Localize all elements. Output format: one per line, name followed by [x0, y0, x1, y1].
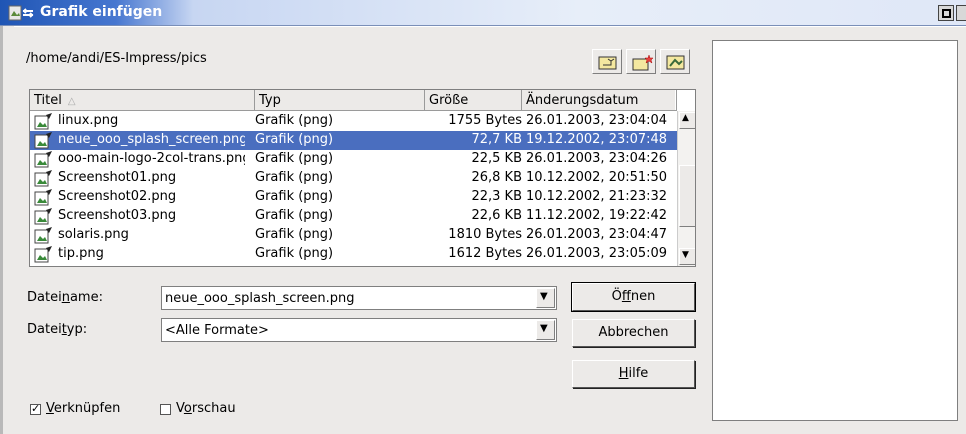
- file-date: 10.12.2002, 21:23:32: [526, 189, 668, 204]
- window-menu-icon[interactable]: [8, 3, 34, 23]
- default-directory-button[interactable]: [660, 49, 690, 74]
- image-file-icon: [34, 151, 52, 168]
- file-date: 26.01.2003, 23:04:26: [526, 151, 668, 166]
- file-size: 1755 Bytes: [448, 113, 522, 128]
- file-size: 22,3 KB: [471, 189, 522, 204]
- window-title: Grafik einfügen: [40, 4, 163, 20]
- checkmark-icon: ✓: [31, 402, 41, 415]
- file-date: 26.01.2003, 23:04:47: [526, 227, 668, 242]
- file-row[interactable]: neue_ooo_splash_screen.png Grafik (png) 72…: [30, 131, 677, 150]
- file-row[interactable]: Screenshot03.png Grafik (png) 22,6 KB 11.12…: [30, 207, 677, 226]
- title-bar: Grafik einfügen: [0, 0, 966, 26]
- file-type: Grafik (png): [255, 208, 334, 223]
- filename-dropdown-button[interactable]: ▼: [536, 288, 555, 308]
- preview-checkbox[interactable]: [160, 404, 171, 415]
- file-list-scrollbar[interactable]: ▲ ▼: [677, 111, 695, 266]
- file-row[interactable]: Screenshot02.png Grafik (png) 22,3 KB 10.12…: [30, 188, 677, 207]
- file-size: 1810 Bytes: [448, 227, 522, 242]
- file-date: 26.01.2003, 23:04:04: [526, 113, 668, 128]
- sort-ascending-icon: △: [67, 96, 76, 107]
- file-type: Grafik (png): [255, 113, 334, 128]
- scroll-up-icon: ▲: [682, 113, 689, 123]
- file-type: Grafik (png): [255, 246, 334, 261]
- column-header-title-label: Titel: [34, 93, 62, 108]
- file-row[interactable]: linux.png Grafik (png) 1755 Bytes 26.01.200…: [30, 112, 677, 131]
- file-date: 11.12.2002, 19:22:42: [526, 208, 668, 223]
- filetype-label: Dateityp:: [27, 322, 88, 337]
- file-name: Screenshot02.png: [58, 189, 177, 204]
- filetype-combobox[interactable]: <Alle Formate> ▼: [161, 318, 557, 342]
- new-folder-button[interactable]: [626, 49, 656, 74]
- new-folder-icon: [632, 54, 654, 71]
- scroll-up-button[interactable]: ▲: [679, 112, 695, 129]
- file-date: 19.12.2002, 23:07:48: [526, 132, 668, 147]
- file-size: 26,8 KB: [471, 170, 522, 185]
- file-type: Grafik (png): [255, 170, 334, 185]
- scroll-thumb[interactable]: [679, 165, 695, 227]
- column-header-type[interactable]: Typ: [255, 90, 425, 111]
- default-directory-icon: [666, 55, 685, 70]
- chevron-down-icon: ▼: [540, 291, 548, 302]
- chevron-down-icon: ▼: [540, 323, 548, 334]
- file-type: Grafik (png): [255, 151, 334, 166]
- column-header-size[interactable]: Größe: [425, 90, 522, 111]
- filetype-dropdown-button[interactable]: ▼: [536, 320, 555, 340]
- file-date: 26.01.2003, 23:05:09: [526, 246, 668, 261]
- file-row[interactable]: tip.png Grafik (png) 1612 Bytes 26.01.2003,…: [30, 245, 677, 264]
- file-name: ooo-main-logo-2col-trans.png: [58, 151, 245, 166]
- file-size: 1612 Bytes: [448, 246, 522, 261]
- file-date: 10.12.2002, 20:51:50: [526, 170, 668, 185]
- filename-combobox[interactable]: neue_ooo_splash_screen.png ▼: [161, 286, 557, 310]
- file-name: tip.png: [58, 246, 104, 261]
- image-file-icon: [34, 170, 52, 187]
- maximize-button[interactable]: [938, 5, 954, 21]
- file-name: Screenshot03.png: [58, 208, 177, 223]
- preview-checkbox-label[interactable]: Vorschau: [176, 401, 236, 416]
- folder-up-icon: [598, 56, 617, 70]
- file-size: 72,7 KB: [471, 132, 522, 147]
- maximize-icon: [942, 9, 951, 18]
- file-size: 22,6 KB: [471, 208, 522, 223]
- help-button[interactable]: Hilfe: [572, 360, 695, 388]
- file-type: Grafik (png): [255, 227, 334, 242]
- cancel-button[interactable]: Abbrechen: [572, 319, 695, 347]
- link-checkbox-label[interactable]: Verknüpfen: [46, 401, 120, 416]
- image-file-icon: [34, 113, 52, 130]
- scroll-down-icon: ▼: [682, 250, 689, 260]
- link-checkbox[interactable]: ✓: [30, 402, 41, 415]
- file-name: neue_ooo_splash_screen.png: [58, 132, 245, 147]
- current-path: /home/andi/ES-Impress/pics: [26, 51, 207, 66]
- preview-pane: [712, 40, 958, 421]
- file-row[interactable]: ooo-main-logo-2col-trans.png Grafik (png)…: [30, 150, 677, 169]
- image-file-icon: [34, 208, 52, 225]
- file-row[interactable]: solaris.png Grafik (png) 1810 Bytes 26.01.2…: [30, 226, 677, 245]
- file-type: Grafik (png): [255, 189, 334, 204]
- image-file-icon: [34, 132, 52, 149]
- filename-input[interactable]: neue_ooo_splash_screen.png: [165, 291, 355, 306]
- filename-label: Dateiname:: [27, 290, 103, 305]
- file-type: Grafik (png): [255, 132, 334, 147]
- file-name: linux.png: [58, 113, 119, 128]
- file-size: 22,5 KB: [471, 151, 522, 166]
- filetype-value: <Alle Formate>: [165, 323, 269, 338]
- column-header-date[interactable]: Änderungsdatum: [522, 90, 677, 111]
- file-name: solaris.png: [58, 227, 129, 242]
- image-file-icon: [34, 246, 52, 263]
- file-list[interactable]: Titel △ Typ Größe Änderungsdatum linux.pn…: [29, 89, 696, 267]
- image-file-icon: [34, 227, 52, 244]
- dialog-frame-edge: [0, 26, 14, 434]
- file-row[interactable]: Screenshot01.png Grafik (png) 26,8 KB 10.12…: [30, 169, 677, 188]
- close-button[interactable]: [956, 5, 966, 21]
- file-list-header: Titel △ Typ Größe Änderungsdatum: [30, 90, 677, 111]
- image-file-icon: [34, 189, 52, 206]
- column-header-title[interactable]: Titel △: [30, 90, 255, 111]
- file-list-rows: linux.png Grafik (png) 1755 Bytes 26.01.200…: [30, 112, 677, 264]
- folder-up-button[interactable]: [592, 49, 622, 74]
- open-button[interactable]: Öffnen: [571, 282, 696, 312]
- file-name: Screenshot01.png: [58, 170, 177, 185]
- scroll-down-button[interactable]: ▼: [679, 248, 695, 265]
